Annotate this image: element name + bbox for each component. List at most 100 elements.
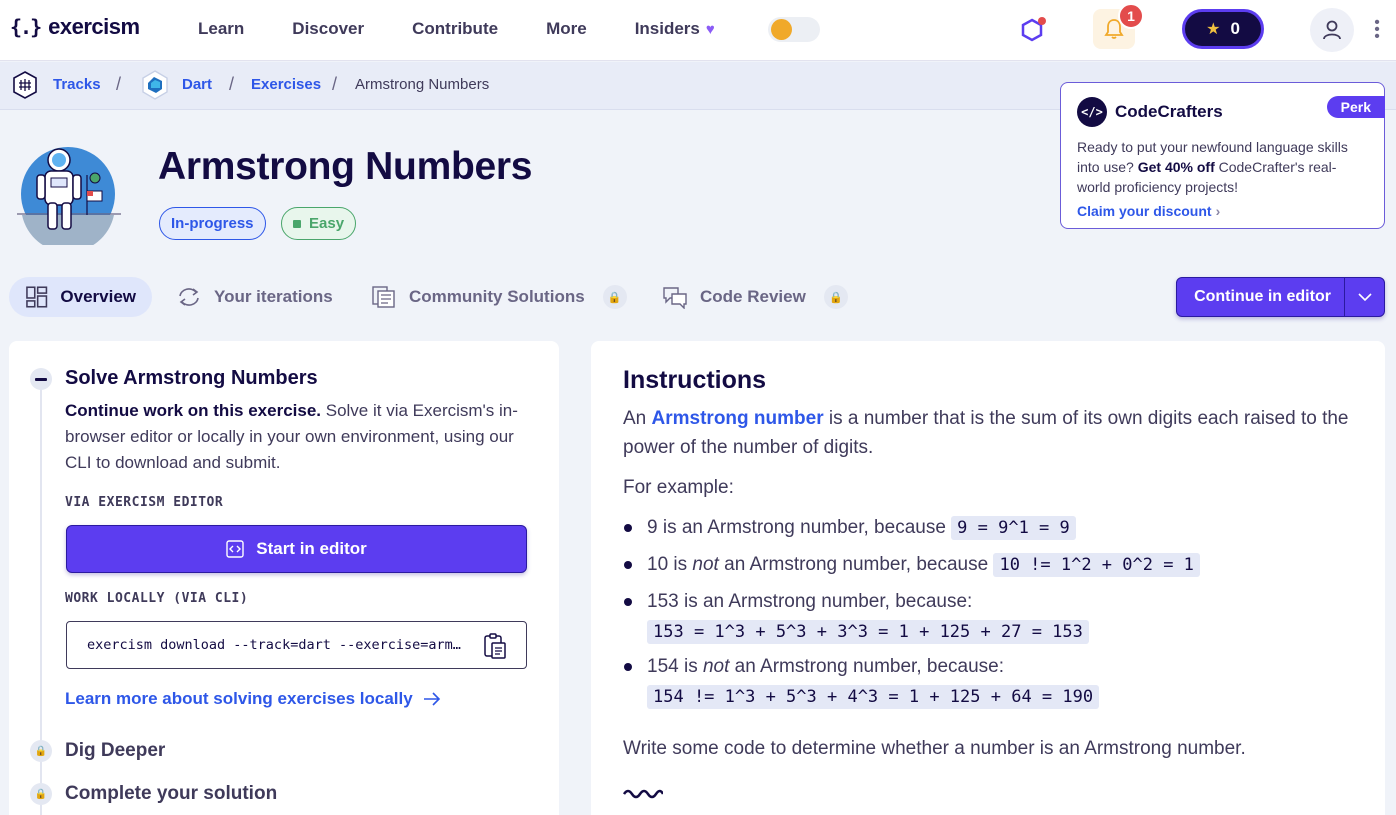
logo-text: exercism (48, 14, 140, 39)
breadcrumb-separator: / (116, 74, 122, 94)
hexagon-icon[interactable] (1018, 16, 1046, 44)
tab-iterations-label: Your iterations (214, 287, 333, 306)
copy-icon[interactable] (482, 632, 508, 660)
notification-count-badge: 1 (1118, 3, 1144, 29)
example-code-line: 154 != 1^3 + 5^3 + 4^3 = 1 + 125 + 64 = … (647, 682, 1100, 712)
example-code: 9 = 9^1 = 9 (951, 516, 1076, 540)
more-dots-icon[interactable]: • • • (1372, 15, 1382, 45)
example-item: 9 is an Armstrong number, because 9 = 9^… (647, 513, 1076, 543)
exercism-logo[interactable]: {.} exercism (10, 14, 140, 40)
list-bullet (624, 663, 632, 671)
exercise-title: Armstrong Numbers (158, 145, 533, 188)
example-text: an Armstrong number, because: (729, 656, 1005, 677)
for-example: For example: (623, 477, 734, 498)
user-icon (1323, 20, 1341, 40)
editor-icon (226, 540, 244, 558)
nav-contribute[interactable]: Contribute (412, 19, 498, 39)
exercise-astronaut-icon (17, 147, 121, 245)
breadcrumb-track-dart[interactable]: Dart (182, 76, 212, 93)
cli-command-field[interactable]: exercism download --track=dart --exercis… (66, 621, 527, 669)
example-item: 10 is not an Armstrong number, because 1… (647, 550, 1200, 580)
example-code: 153 = 1^3 + 5^3 + 3^3 = 1 + 125 + 27 = 1… (647, 620, 1089, 644)
breadcrumb-current: Armstrong Numbers (355, 76, 490, 93)
codecrafters-perk-card[interactable]: </> CodeCrafters Perk Ready to put your … (1060, 82, 1385, 229)
learn-more-link[interactable]: Learn more about solving exercises local… (65, 689, 441, 709)
tab-community-solutions[interactable]: Community Solutions 🔒 (355, 277, 643, 317)
code-review-icon (663, 287, 687, 309)
reputation-icon: ★ (1206, 21, 1221, 38)
instructions-closing: Write some code to determine whether a n… (623, 738, 1246, 759)
step-desc-bold: Continue work on this exercise. (65, 401, 322, 420)
user-menu-button[interactable] (1310, 8, 1354, 52)
breadcrumb-exercises[interactable]: Exercises (251, 76, 321, 93)
lock-icon: 🔒 (823, 285, 848, 309)
codecrafters-logo: </> (1077, 97, 1107, 127)
start-in-editor-label: Start in editor (256, 539, 367, 558)
nav-insiders-label: Insiders (634, 19, 700, 38)
example-emphasis: not (702, 656, 730, 677)
nav-more[interactable]: More (546, 19, 587, 39)
via-editor-heading: VIA EXERCISM EDITOR (65, 495, 224, 510)
list-bullet (624, 598, 632, 606)
tab-overview[interactable]: Overview (9, 277, 152, 317)
community-icon (372, 286, 395, 308)
tab-community-label: Community Solutions (409, 287, 585, 306)
overview-icon (26, 286, 48, 308)
lock-icon: 🔒 (30, 740, 52, 762)
tab-review-label: Code Review (700, 287, 806, 306)
cli-command-text: exercism download --track=dart --exercis… (87, 637, 467, 653)
example-text: 10 is (647, 554, 693, 575)
collapse-step-icon[interactable] (30, 368, 52, 390)
dart-icon[interactable] (139, 69, 171, 101)
tab-code-review[interactable]: Code Review 🔒 (646, 277, 864, 317)
list-bullet (624, 561, 632, 569)
step-solve-title: Solve Armstrong Numbers (65, 367, 318, 389)
example-code: 154 != 1^3 + 5^3 + 4^3 = 1 + 125 + 64 = … (647, 685, 1100, 709)
tab-overview-label: Overview (60, 287, 136, 306)
reputation-button[interactable]: ★ 0 (1182, 9, 1264, 49)
lock-icon: 🔒 (30, 783, 52, 805)
difficulty-square-icon (293, 219, 301, 228)
chevron-down-icon[interactable] (1344, 278, 1384, 316)
perk-body: Ready to put your newfound language skil… (1077, 137, 1368, 197)
iterations-icon (179, 288, 199, 306)
top-navigation: {.} exercism Learn Discover Contribute M… (0, 0, 1396, 61)
example-item: 154 is not an Armstrong number, because: (647, 652, 1004, 681)
example-text: 9 is an Armstrong number, because (647, 517, 952, 538)
learn-more-label: Learn more about solving exercises local… (65, 689, 413, 708)
chevron-right-icon: › (1215, 203, 1221, 219)
divider-squiggle-icon (623, 789, 663, 799)
nav-insiders[interactable]: Insiders ♥ (635, 19, 715, 39)
toggle-knob (771, 19, 792, 40)
tab-iterations[interactable]: Your iterations (160, 277, 349, 317)
perk-header: </> CodeCrafters (1077, 97, 1368, 127)
step-dig-deeper[interactable]: Dig Deeper (65, 740, 165, 762)
example-code: 10 != 1^2 + 0^2 = 1 (993, 553, 1200, 577)
instructions-intro: An Armstrong number is a number that is … (623, 404, 1353, 462)
armstrong-number-link[interactable]: Armstrong number (652, 408, 824, 429)
nav-discover[interactable]: Discover (292, 19, 364, 39)
step-solve-description: Continue work on this exercise. Solve it… (65, 398, 525, 476)
perk-title: CodeCrafters (1115, 102, 1223, 121)
example-text: an Armstrong number, because (718, 554, 994, 575)
continue-in-editor-button[interactable]: Continue in editor (1176, 277, 1385, 317)
intro-pre: An (623, 408, 652, 429)
example-text: 153 is an Armstrong number, because: (647, 591, 973, 612)
example-item: 153 is an Armstrong number, because: (647, 587, 972, 616)
list-bullet (624, 524, 632, 532)
example-code-line: 153 = 1^3 + 5^3 + 3^3 = 1 + 125 + 27 = 1… (647, 617, 1089, 647)
nav-learn[interactable]: Learn (198, 19, 244, 39)
theme-toggle[interactable] (768, 17, 820, 42)
main-nav-links: Learn Discover Contribute More Insiders ♥ (198, 19, 715, 39)
difficulty-tag: Easy (281, 207, 357, 240)
status-tag: In-progress (159, 207, 266, 240)
claim-discount-link[interactable]: Claim your discount › (1077, 203, 1368, 219)
breadcrumb-tracks[interactable]: Tracks (53, 76, 101, 93)
step-complete-solution[interactable]: Complete your solution (65, 783, 277, 805)
breadcrumb-separator: / (332, 74, 338, 94)
perk-badge: Perk (1326, 96, 1385, 118)
example-emphasis: not (692, 554, 719, 575)
tracks-icon (13, 71, 37, 99)
continue-in-editor-label: Continue in editor (1194, 288, 1331, 305)
start-in-editor-button[interactable]: Start in editor (66, 525, 527, 573)
